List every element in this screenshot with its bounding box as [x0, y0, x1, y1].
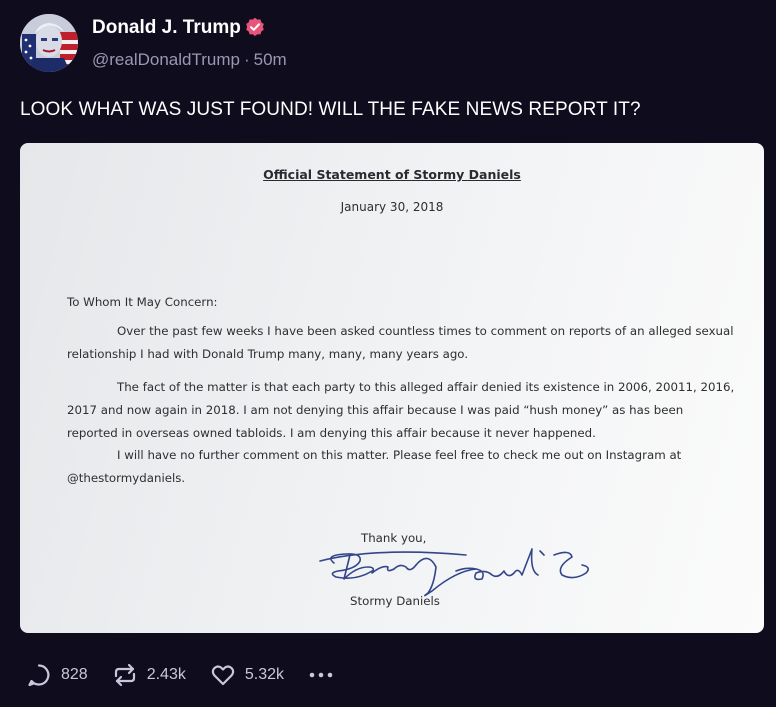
more-icon [309, 672, 333, 678]
like-count: 5.32k [244, 666, 284, 683]
repost-button[interactable]: 2.43k [112, 662, 186, 688]
author-handle[interactable]: @realDonaldTrump [92, 50, 240, 69]
letter-paragraph: I will have no further comment on this m… [67, 444, 737, 490]
reply-icon [28, 664, 50, 687]
separator: · [243, 50, 250, 69]
handle-line: @realDonaldTrump · 50m [92, 50, 287, 70]
repost-icon [114, 663, 135, 687]
post-media-image[interactable]: Official Statement of Stormy Daniels Jan… [20, 143, 764, 633]
timestamp[interactable]: 50m [254, 50, 287, 69]
reply-button[interactable]: 828 [26, 662, 88, 688]
letter-signer: Stormy Daniels [350, 594, 440, 608]
verified-badge-icon [246, 17, 264, 36]
letter-greeting: To Whom It May Concern: [67, 295, 218, 309]
more-options-button[interactable] [308, 670, 345, 680]
post: Donald J. Trump @realDonaldTrump · 50m LOO… [0, 0, 776, 707]
letter-paragraph: The fact of the matter is that each part… [67, 376, 737, 445]
letter-paragraph: Over the past few weeks I have been aske… [67, 320, 737, 366]
avatar-image [20, 14, 78, 72]
letter-date: January 30, 2018 [340, 200, 444, 214]
letter-title: Official Statement of Stormy Daniels [263, 167, 521, 182]
repost-count: 2.43k [146, 666, 186, 683]
paragraph-text: The fact of the matter is that each part… [67, 380, 735, 440]
like-button[interactable]: 5.32k [210, 662, 284, 688]
action-bar: 828 2.43k 5.32k [26, 660, 369, 690]
paragraph-text: I will have no further comment on this m… [67, 448, 682, 485]
paragraph-text: Over the past few weeks I have been aske… [67, 324, 734, 361]
avatar[interactable] [20, 14, 78, 72]
author-name[interactable]: Donald J. Trump [92, 17, 241, 39]
like-icon [211, 665, 235, 686]
post-text: LOOK WHAT WAS JUST FOUND! WILL THE FAKE … [20, 99, 641, 120]
handwritten-signature [319, 548, 590, 597]
reply-count: 828 [61, 666, 88, 683]
